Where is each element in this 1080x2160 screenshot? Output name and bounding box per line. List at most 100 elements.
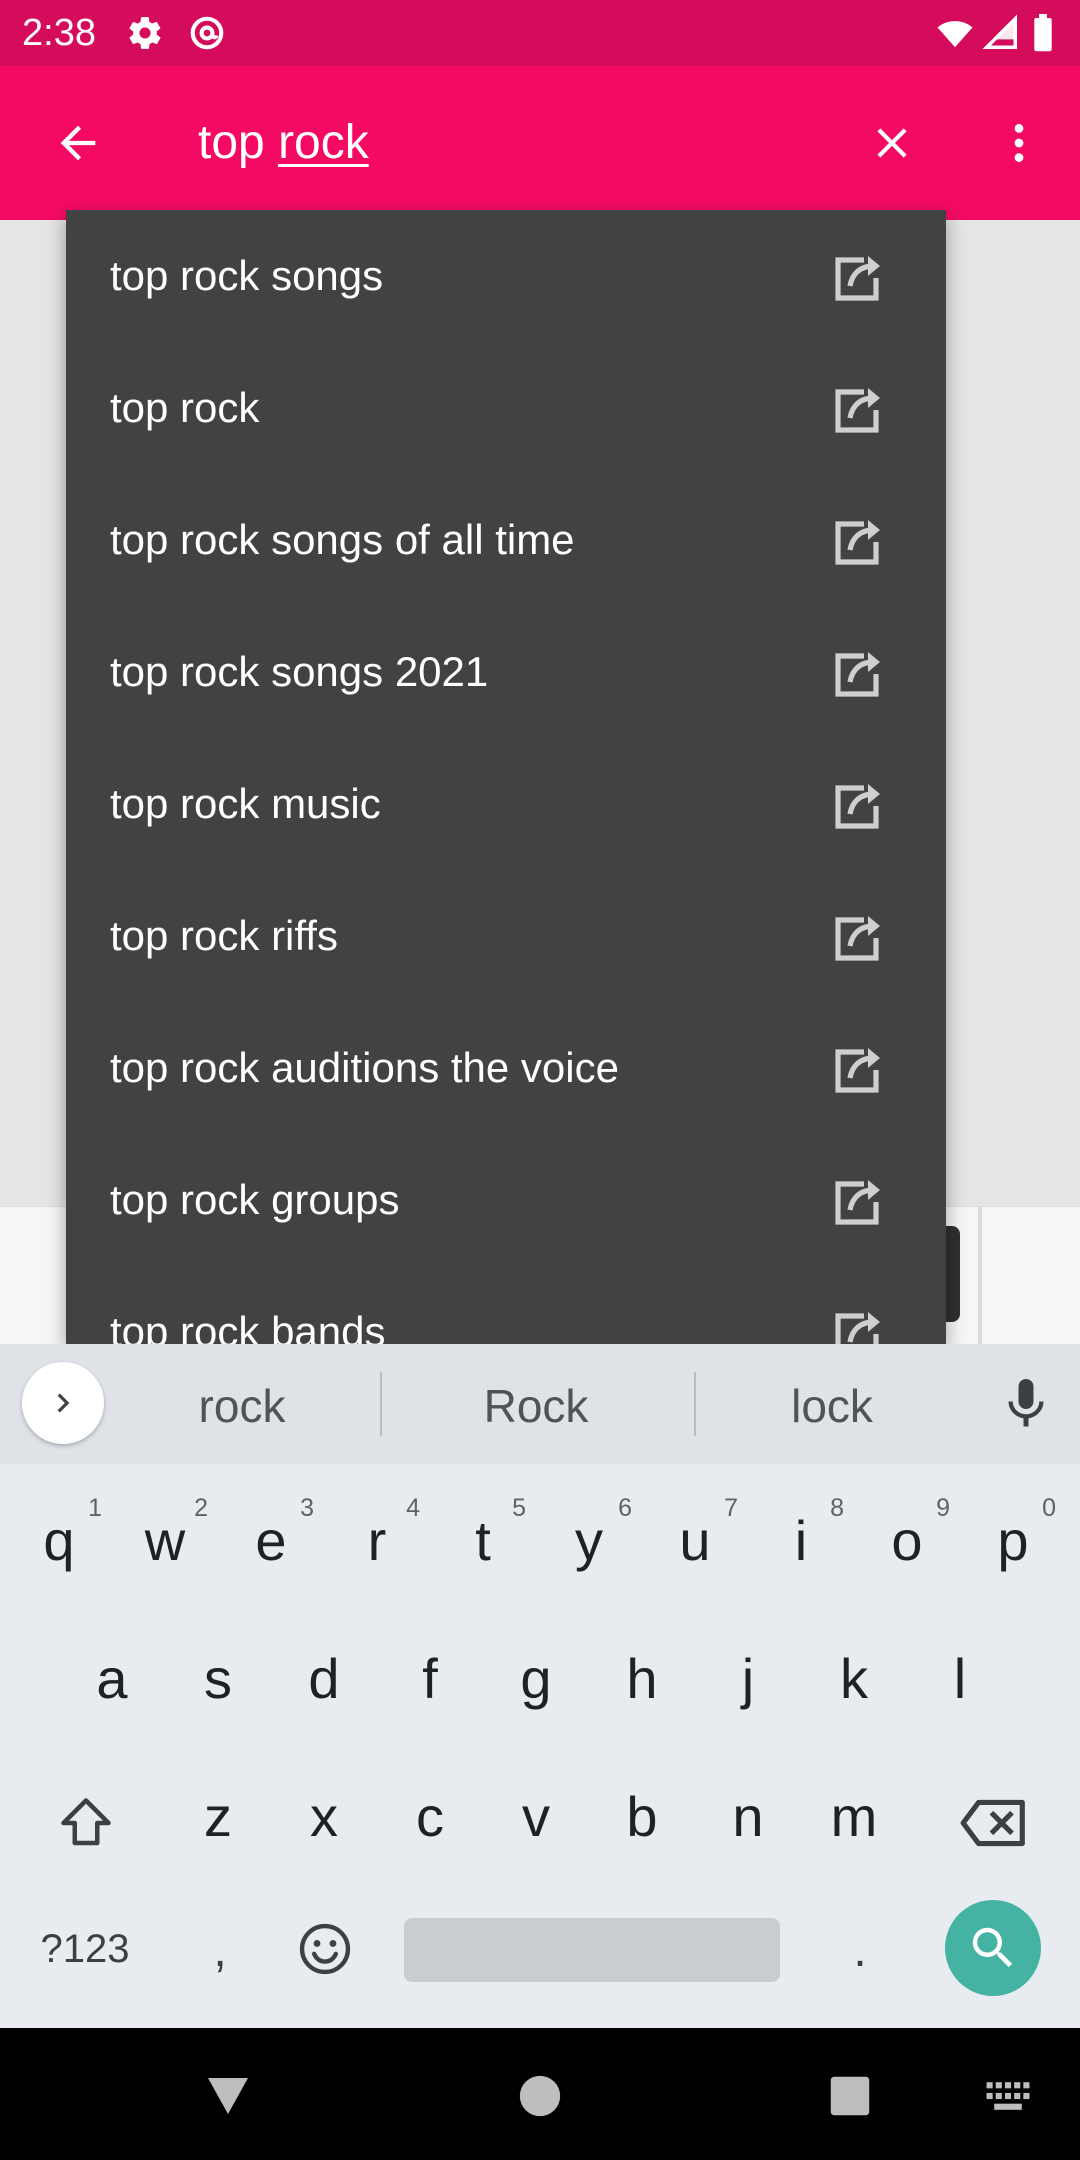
key-w[interactable]: w2	[112, 1480, 218, 1610]
query-fill-arrow-icon[interactable]	[826, 1036, 890, 1100]
key-q[interactable]: q1	[6, 1480, 112, 1610]
comma-key[interactable]: ,	[170, 1900, 270, 2000]
key-t[interactable]: t5	[430, 1480, 536, 1610]
key-hint: 5	[512, 1494, 526, 1522]
query-fill-arrow-icon[interactable]	[826, 244, 890, 308]
key-c[interactable]: c	[377, 1756, 483, 1886]
key-hint: 3	[300, 1494, 314, 1522]
key-hint: 0	[1042, 1494, 1056, 1522]
suggestion-text: top rock songs of all time	[110, 516, 575, 563]
key-char: c	[416, 1785, 444, 1848]
suggestion-item[interactable]: top rock groups	[66, 1134, 946, 1266]
query-fill-arrow-icon[interactable]	[826, 1168, 890, 1232]
suggestion-item[interactable]: top rock bands	[66, 1266, 946, 1344]
suggestion-item[interactable]: top rock songs of all time	[66, 474, 946, 606]
key-char: x	[310, 1785, 338, 1848]
query-fill-arrow-icon[interactable]	[826, 376, 890, 440]
key-char: a	[96, 1647, 128, 1710]
key-hint: 2	[194, 1494, 208, 1522]
chevron-right-icon[interactable]	[22, 1362, 104, 1444]
soft-keyboard: rock Rock lock q1 w2 e3 r4 t5 y6 u7 i8 o…	[0, 1344, 1080, 2028]
gear-icon	[126, 14, 164, 52]
key-char: s	[204, 1647, 232, 1710]
key-o[interactable]: o9	[854, 1480, 960, 1610]
query-fill-arrow-icon[interactable]	[826, 508, 890, 572]
search-icon[interactable]	[945, 1900, 1041, 1996]
key-h[interactable]: h	[589, 1618, 695, 1748]
search-input[interactable]: top rock	[198, 112, 369, 174]
suggestion-text: top rock songs 2021	[110, 648, 489, 695]
key-l[interactable]: l	[907, 1618, 1013, 1748]
suggestion-item[interactable]: top rock music	[66, 738, 946, 870]
key-u[interactable]: u7	[642, 1480, 748, 1610]
keyboard-icon[interactable]	[976, 2064, 1040, 2128]
key-m[interactable]: m	[801, 1756, 907, 1886]
query-fill-arrow-icon[interactable]	[826, 1300, 890, 1344]
suggestion-item[interactable]: top rock songs	[66, 210, 946, 342]
key-f[interactable]: f	[377, 1618, 483, 1748]
shift-icon[interactable]	[30, 1758, 142, 1888]
key-z[interactable]: z	[165, 1756, 271, 1886]
key-s[interactable]: s	[165, 1618, 271, 1748]
key-hint: 7	[724, 1494, 738, 1522]
search-text-composing: rock	[278, 116, 369, 169]
suggestion-item[interactable]: top rock riffs	[66, 870, 946, 1002]
key-char: z	[204, 1785, 232, 1848]
suggestion-text: top rock groups	[110, 1176, 400, 1223]
suggestion-text: top rock riffs	[110, 912, 338, 959]
key-char: v	[522, 1785, 550, 1848]
keyboard-suggestion-word[interactable]: rock	[124, 1344, 360, 1464]
key-char: b	[626, 1785, 658, 1848]
symbols-key[interactable]: ?123	[20, 1904, 150, 1994]
query-fill-arrow-icon[interactable]	[826, 772, 890, 836]
status-bar: 2:38	[0, 0, 1080, 66]
signal-icon	[982, 14, 1020, 52]
key-r[interactable]: r4	[324, 1480, 430, 1610]
emoji-icon[interactable]	[285, 1904, 365, 1994]
key-y[interactable]: y6	[536, 1480, 642, 1610]
search-text-prefix: top	[198, 116, 279, 169]
key-e[interactable]: e3	[218, 1480, 324, 1610]
page-card-edge	[978, 1206, 982, 1344]
key-char: l	[953, 1647, 967, 1710]
keyboard-suggestion-word[interactable]: lock	[714, 1344, 950, 1464]
query-fill-arrow-icon[interactable]	[826, 640, 890, 704]
status-time: 2:38	[22, 12, 96, 54]
space-key[interactable]	[404, 1918, 780, 1982]
key-char: k	[840, 1647, 868, 1710]
period-key[interactable]: .	[810, 1900, 910, 2000]
key-a[interactable]: a	[59, 1618, 165, 1748]
key-j[interactable]: j	[695, 1618, 801, 1748]
suggestion-text: top rock auditions the voice	[110, 1044, 619, 1091]
search-suggestions-dropdown: top rock songs top rock top rock songs o…	[66, 210, 946, 1344]
key-v[interactable]: v	[483, 1756, 589, 1886]
close-icon[interactable]	[858, 109, 926, 177]
key-g[interactable]: g	[483, 1618, 589, 1748]
key-char: g	[520, 1647, 552, 1710]
key-k[interactable]: k	[801, 1618, 907, 1748]
key-i[interactable]: i8	[748, 1480, 854, 1610]
home-circle-icon[interactable]	[508, 2064, 572, 2128]
strip-divider	[694, 1372, 696, 1436]
more-vert-icon[interactable]	[985, 109, 1053, 177]
at-sign-icon	[188, 14, 226, 52]
keyboard-suggestion-word[interactable]: Rock	[400, 1344, 672, 1464]
backspace-icon[interactable]	[934, 1758, 1054, 1888]
recents-square-icon[interactable]	[818, 2064, 882, 2128]
key-p[interactable]: p0	[960, 1480, 1066, 1610]
query-fill-arrow-icon[interactable]	[826, 904, 890, 968]
key-d[interactable]: d	[271, 1618, 377, 1748]
key-x[interactable]: x	[271, 1756, 377, 1886]
key-n[interactable]: n	[695, 1756, 801, 1886]
key-char: m	[830, 1785, 878, 1848]
back-triangle-icon[interactable]	[196, 2064, 260, 2128]
key-char: n	[732, 1785, 764, 1848]
microphone-icon[interactable]	[996, 1374, 1056, 1434]
search-toolbar: top rock	[0, 66, 1080, 220]
back-arrow-icon[interactable]	[44, 109, 112, 177]
suggestion-text: top rock bands	[110, 1308, 386, 1344]
suggestion-item[interactable]: top rock	[66, 342, 946, 474]
key-b[interactable]: b	[589, 1756, 695, 1886]
suggestion-item[interactable]: top rock songs 2021	[66, 606, 946, 738]
suggestion-item[interactable]: top rock auditions the voice	[66, 1002, 946, 1134]
